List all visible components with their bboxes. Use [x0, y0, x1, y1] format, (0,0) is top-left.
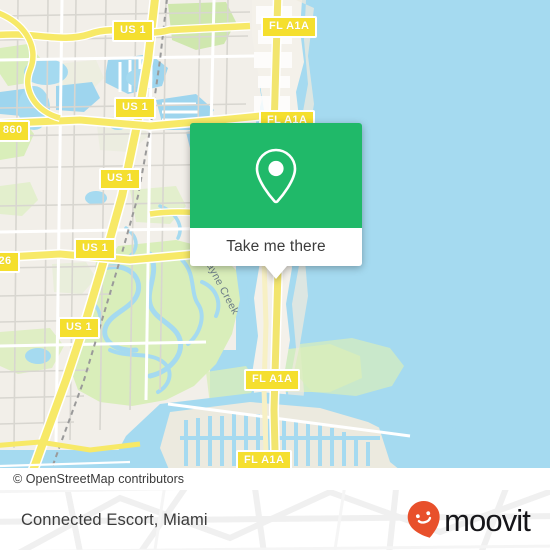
road-shield-fla1a-mid: FL A1A: [244, 369, 301, 391]
road-shield-us1-north: US 1: [112, 20, 155, 42]
moovit-logo[interactable]: moovit: [407, 500, 531, 540]
road-shield-fla1a-north: FL A1A: [261, 16, 318, 38]
road-shield-us1-center: US 1: [74, 238, 117, 260]
map-screen: US 1 FL A1A US 1 FL A1A I 860 US 1 US 1 …: [0, 0, 550, 550]
take-me-there-label: Take me there: [226, 238, 326, 255]
popup-pointer-tail: [265, 266, 287, 279]
map-attribution-bar: © OpenStreetMap contributors: [0, 468, 550, 490]
popup-action-bar[interactable]: Take me there: [190, 228, 362, 279]
popup-header: [190, 123, 362, 228]
location-popup[interactable]: Take me there: [190, 123, 362, 279]
road-shield-us1-south: US 1: [58, 317, 101, 339]
place-title: Connected Escort, Miami: [21, 510, 208, 529]
map-canvas[interactable]: US 1 FL A1A US 1 FL A1A I 860 US 1 US 1 …: [0, 0, 550, 490]
attribution-text: © OpenStreetMap contributors: [13, 472, 185, 486]
map-pin-icon: [255, 148, 297, 203]
footer-bar: Connected Escort, Miami moovit: [0, 490, 550, 550]
road-shield-i860: I 860: [0, 120, 31, 142]
moovit-pin-smile-icon: [407, 501, 440, 538]
road-shield-us1-mid: US 1: [99, 168, 142, 190]
road-shield-us1-upper: US 1: [114, 97, 157, 119]
moovit-wordmark: moovit: [444, 502, 531, 538]
road-shield-426: 426: [0, 251, 20, 273]
